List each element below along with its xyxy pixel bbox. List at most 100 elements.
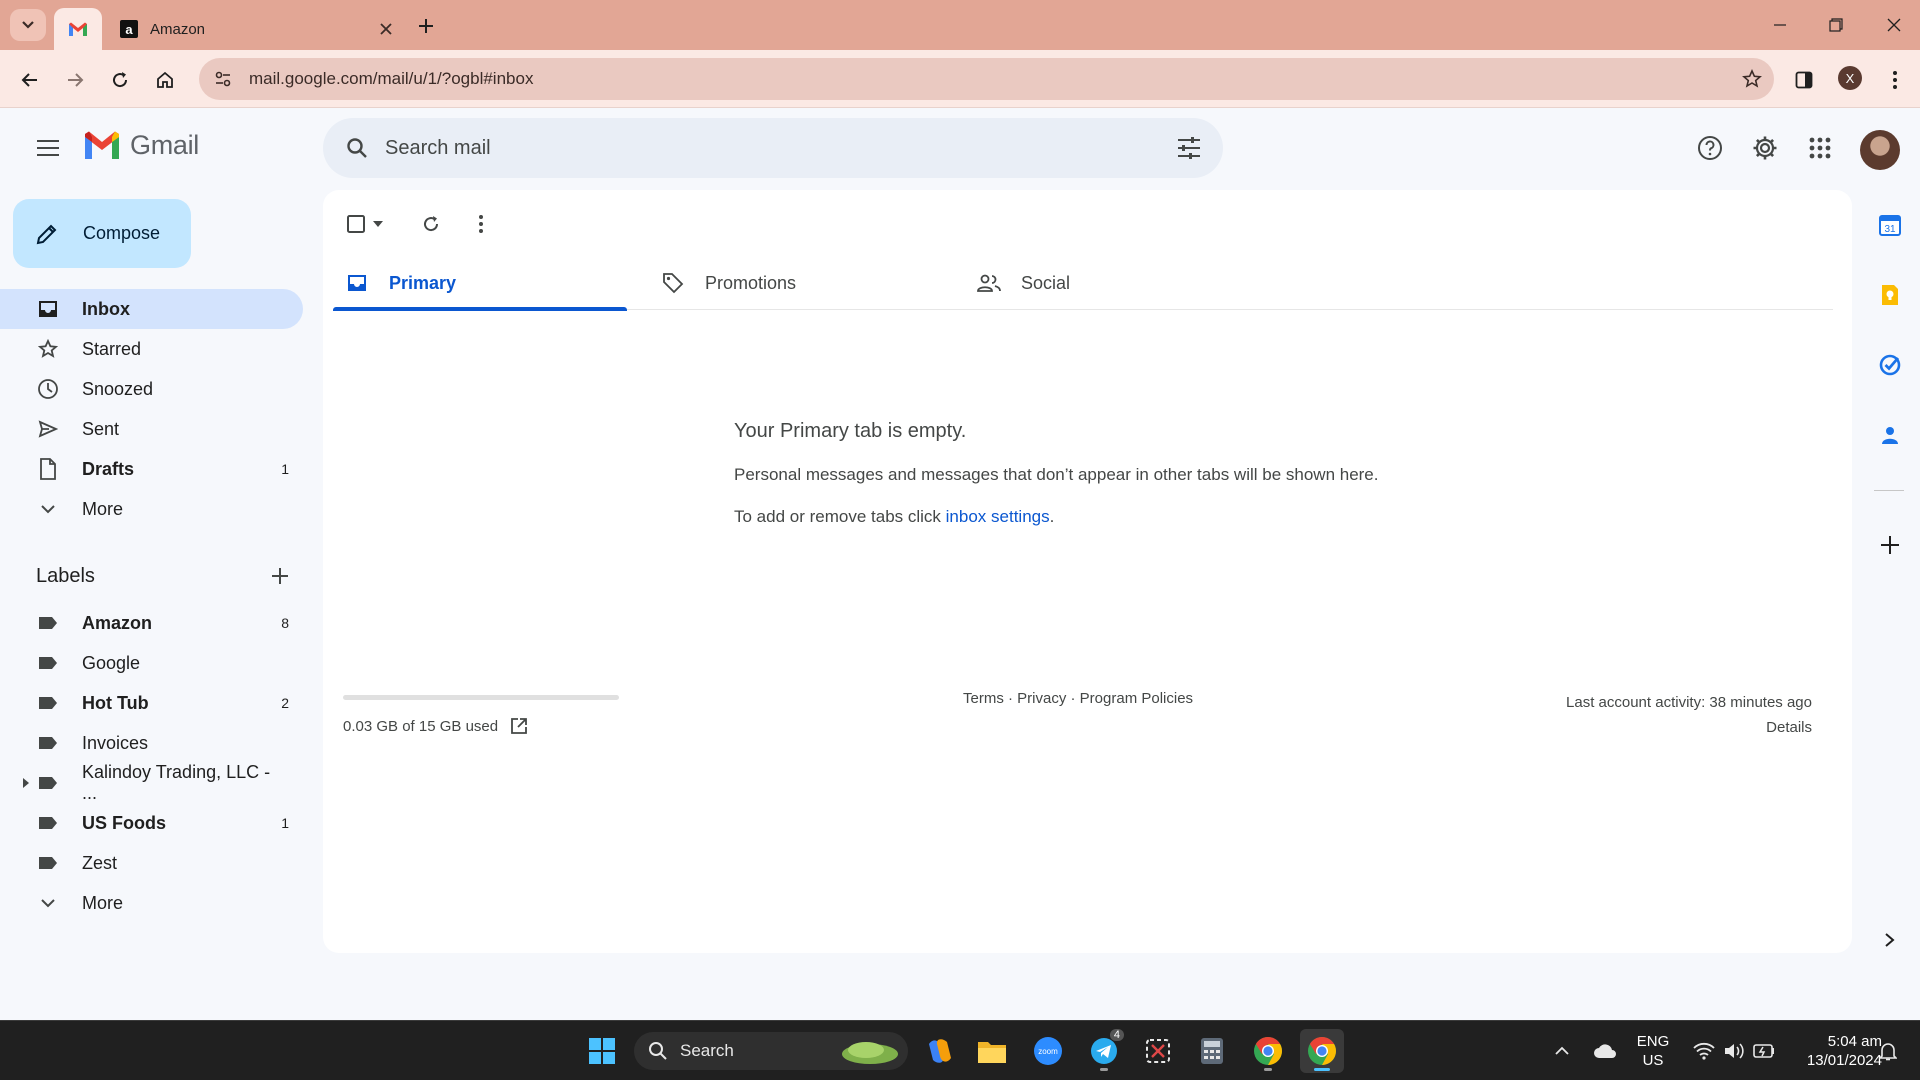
labels-more[interactable]: More [0, 883, 303, 923]
search-options-icon[interactable] [1163, 122, 1215, 174]
nav-item-starred[interactable]: Starred [0, 329, 303, 369]
open-in-new-icon[interactable] [508, 715, 530, 737]
create-label-button[interactable] [264, 560, 296, 592]
compose-label: Compose [83, 223, 161, 243]
browser-menu-button[interactable] [1878, 63, 1912, 97]
inbox-settings-link[interactable]: inbox settings [946, 507, 1050, 526]
get-addons-button[interactable] [1870, 525, 1910, 565]
keep-app-button[interactable] [1870, 275, 1910, 315]
account-avatar[interactable] [1860, 130, 1900, 170]
calendar-app-button[interactable]: 31 [1870, 205, 1910, 245]
taskbar-search-label: Search [680, 1041, 734, 1060]
zoom-icon: zoom [1034, 1037, 1062, 1065]
site-settings-icon[interactable] [203, 58, 243, 100]
input-language-indicator[interactable]: ENG US [1628, 1032, 1678, 1070]
minimize-window-button[interactable] [1762, 10, 1798, 40]
refresh-icon [424, 216, 439, 232]
settings-button[interactable] [1745, 128, 1785, 168]
details-link[interactable]: Details [1566, 715, 1812, 740]
forward-button[interactable] [58, 63, 92, 97]
label-item-name: Kalindoy Trading, LLC - ... [82, 762, 271, 803]
compose-button[interactable]: Compose [13, 199, 191, 268]
show-hidden-icons-button[interactable] [1544, 1029, 1580, 1073]
tab-primary[interactable]: Primary [333, 256, 627, 311]
quick-settings-button[interactable] [1684, 1029, 1784, 1073]
nav-item-more[interactable]: More [0, 489, 303, 529]
windows-taskbar: Search zoom 4 ENG US 5:04 am 13/01/2024 [0, 1020, 1920, 1080]
windows-logo-icon [589, 1038, 615, 1064]
main-panel: Primary Promotions Social Your Primary t… [323, 190, 1852, 953]
inbox-icon [345, 271, 369, 295]
browser-tab-amazon[interactable]: a Amazon [106, 8, 406, 50]
hide-side-panel-button[interactable] [1870, 920, 1910, 960]
nav-item-snoozed[interactable]: Snoozed [0, 369, 303, 409]
chrome-profile-app-button[interactable] [1300, 1029, 1344, 1073]
arrow-right-icon [68, 73, 84, 87]
chevron-down-icon [36, 891, 60, 915]
language-code: ENG [1636, 1033, 1670, 1050]
close-window-button[interactable] [1876, 10, 1912, 40]
start-button[interactable] [580, 1029, 624, 1073]
refresh-button[interactable] [411, 204, 451, 244]
zoom-app-button[interactable]: zoom [1026, 1029, 1070, 1073]
browser-tab-gmail[interactable] [54, 8, 102, 50]
label-item-amazon[interactable]: Amazon 8 [0, 603, 303, 643]
gmail-icon [69, 22, 87, 36]
snipping-tool-button[interactable] [1136, 1029, 1180, 1073]
copilot-app-button[interactable] [918, 1029, 962, 1073]
search-input[interactable] [385, 136, 1163, 160]
search-icon[interactable] [329, 120, 385, 176]
nav-item-label: Starred [82, 338, 142, 359]
onedrive-button[interactable] [1586, 1029, 1624, 1073]
tab-promotions[interactable]: Promotions [649, 256, 943, 310]
nav-item-drafts[interactable]: Drafts 1 [0, 449, 303, 489]
reload-button[interactable] [103, 63, 137, 97]
reload-icon [113, 72, 128, 88]
hamburger-icon [37, 140, 59, 156]
tab-search-button[interactable] [10, 9, 46, 41]
nav-item-label: Drafts [82, 458, 135, 479]
calculator-app-button[interactable] [1190, 1029, 1234, 1073]
home-button[interactable] [148, 63, 182, 97]
bookmark-star-icon[interactable] [1730, 58, 1774, 100]
profile-avatar[interactable]: X [1838, 66, 1862, 90]
pencil-icon [36, 224, 57, 244]
chrome-app-button[interactable] [1246, 1029, 1290, 1073]
tasks-app-button[interactable] [1870, 345, 1910, 385]
label-item-google[interactable]: Google [0, 643, 303, 683]
contacts-app-button[interactable] [1870, 415, 1910, 455]
label-item-us-foods[interactable]: US Foods 1 [0, 803, 303, 843]
expand-arrow-icon[interactable] [20, 777, 32, 789]
side-panel-button[interactable] [1787, 63, 1821, 97]
label-item-hot-tub[interactable]: Hot Tub 2 [0, 683, 303, 723]
chrome-icon [1254, 1037, 1282, 1065]
label-item-invoices[interactable]: Invoices [0, 723, 303, 763]
tab-social[interactable]: Social [965, 256, 1259, 310]
more-actions-button[interactable] [461, 204, 501, 244]
restore-window-button[interactable] [1818, 10, 1854, 40]
notifications-button[interactable] [1866, 1029, 1910, 1073]
label-item-count: 2 [281, 695, 289, 711]
google-apps-button[interactable] [1800, 128, 1840, 168]
nav-item-inbox[interactable]: Inbox [0, 289, 303, 329]
telegram-app-button[interactable]: 4 [1082, 1029, 1126, 1073]
close-tab-icon[interactable] [374, 17, 398, 41]
address-bar[interactable]: mail.google.com/mail/u/1/?ogbl#inbox [199, 58, 1774, 100]
file-explorer-button[interactable] [970, 1029, 1014, 1073]
footer-links[interactable]: Terms · Privacy · Program Policies [963, 690, 1193, 707]
nav-item-sent[interactable]: Sent [0, 409, 303, 449]
copilot-icon [929, 1039, 951, 1063]
folder-icon [978, 1042, 1006, 1063]
back-button[interactable] [13, 63, 47, 97]
gmail-logo[interactable]: Gmail [82, 130, 199, 161]
main-menu-button[interactable] [28, 128, 68, 168]
gear-icon [1753, 136, 1777, 160]
url-text: mail.google.com/mail/u/1/?ogbl#inbox [249, 69, 534, 88]
label-item-zest[interactable]: Zest [0, 843, 303, 883]
select-all-checkbox[interactable] [341, 204, 389, 244]
new-tab-button[interactable] [412, 12, 440, 40]
label-item-kalindoy-trading[interactable]: Kalindoy Trading, LLC - ... [0, 762, 303, 803]
support-button[interactable] [1690, 128, 1730, 168]
taskbar-search[interactable]: Search [634, 1032, 908, 1070]
label-icon [36, 691, 60, 715]
